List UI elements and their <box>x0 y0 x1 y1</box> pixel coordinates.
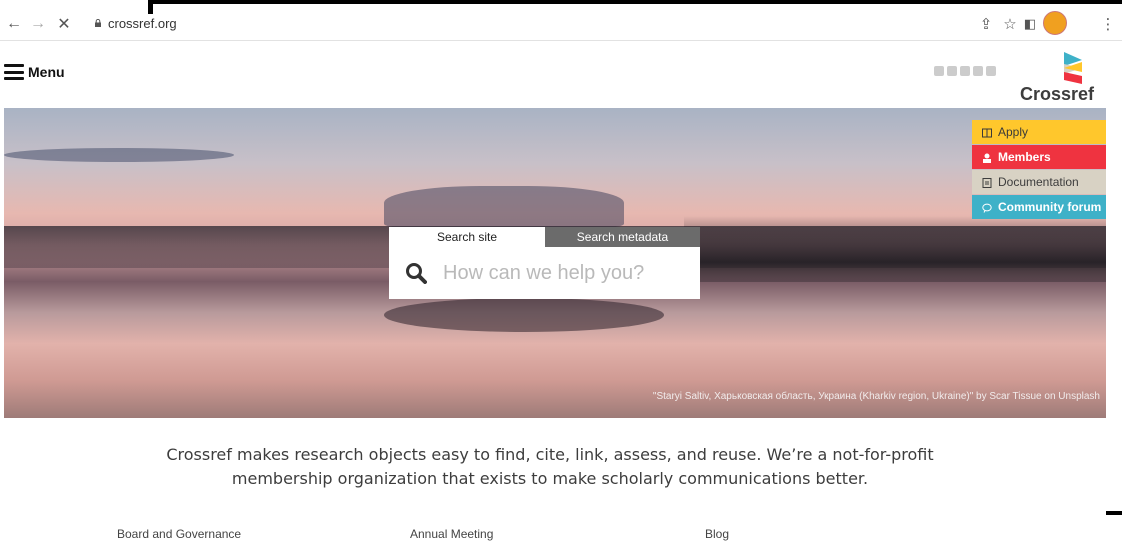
tagline: Crossref makes research objects easy to … <box>100 443 1000 491</box>
menu-button[interactable]: Menu <box>4 64 65 80</box>
search-tabs: Search site Search metadata <box>389 227 700 247</box>
link-board-and-governance[interactable]: Board and Governance <box>117 527 241 541</box>
crossref-logo[interactable]: Crossref <box>1020 50 1104 104</box>
search-input[interactable] <box>441 260 695 286</box>
link-annual-meeting[interactable]: Annual Meeting <box>410 527 493 541</box>
logo-text: Crossref <box>1020 84 1095 104</box>
hamburger-icon <box>4 64 24 80</box>
top-black-bar <box>148 0 1122 4</box>
right-black-dash <box>1106 511 1122 515</box>
facebook-icon[interactable] <box>947 66 957 76</box>
rss-icon[interactable] <box>986 66 996 76</box>
chat-icon <box>982 202 992 213</box>
address-bar[interactable]: crossref.org <box>108 16 177 31</box>
photo-credit: "Staryi Saltiv, Харьковская область, Укр… <box>652 391 1100 402</box>
crossref-logo-mark <box>1064 52 1082 84</box>
doc-icon <box>982 177 992 188</box>
link-blog[interactable]: Blog <box>705 527 729 541</box>
twitter-icon[interactable] <box>934 66 944 76</box>
search-icon[interactable] <box>405 262 427 284</box>
profile-avatar[interactable] <box>1043 11 1067 35</box>
hero-reflection <box>384 298 664 332</box>
close-icon[interactable]: ✕ <box>54 14 74 34</box>
bookmark-star-icon[interactable]: ☆ <box>1000 14 1020 34</box>
quicklink-apply[interactable]: Apply <box>972 120 1106 144</box>
quicklink-apply-label: Apply <box>998 125 1029 139</box>
tagline-line-2: membership organization that exists to m… <box>231 469 869 488</box>
quicklink-community-forum-label: Community forum <box>998 200 1102 214</box>
tab-search-site[interactable]: Search site <box>389 227 545 247</box>
menu-label: Menu <box>28 64 65 80</box>
quicklink-documentation-label: Documentation <box>998 175 1079 189</box>
quicklink-documentation[interactable]: Documentation <box>972 170 1106 194</box>
toolbar-divider <box>0 40 1122 41</box>
quicklink-members-label: Members <box>998 150 1051 164</box>
hero-cloud <box>384 186 624 228</box>
hero-cloud-left <box>4 148 234 162</box>
share-icon[interactable]: ⇪ <box>976 14 996 34</box>
social-links <box>934 66 996 76</box>
search-box <box>389 247 700 299</box>
linkedin-icon[interactable] <box>960 66 970 76</box>
lock-icon <box>95 19 101 27</box>
browser-toolbar: ← → ✕ crossref.org ⇪ ☆ ◧ ⋮ <box>0 10 1122 40</box>
back-arrow-icon[interactable]: ← <box>4 14 24 34</box>
person-icon <box>982 152 992 163</box>
forward-arrow-icon[interactable]: → <box>28 14 48 34</box>
quicklink-community-forum[interactable]: Community forum <box>972 195 1106 219</box>
quicklink-members[interactable]: Members <box>972 145 1106 169</box>
hero-trees <box>684 216 1106 282</box>
more-menu-icon[interactable]: ⋮ <box>1098 14 1118 34</box>
youtube-icon[interactable] <box>973 66 983 76</box>
tagline-line-1: Crossref makes research objects easy to … <box>166 445 934 464</box>
book-icon <box>982 127 992 138</box>
side-panel-icon[interactable]: ◧ <box>1020 14 1040 34</box>
tab-search-metadata[interactable]: Search metadata <box>545 227 700 247</box>
